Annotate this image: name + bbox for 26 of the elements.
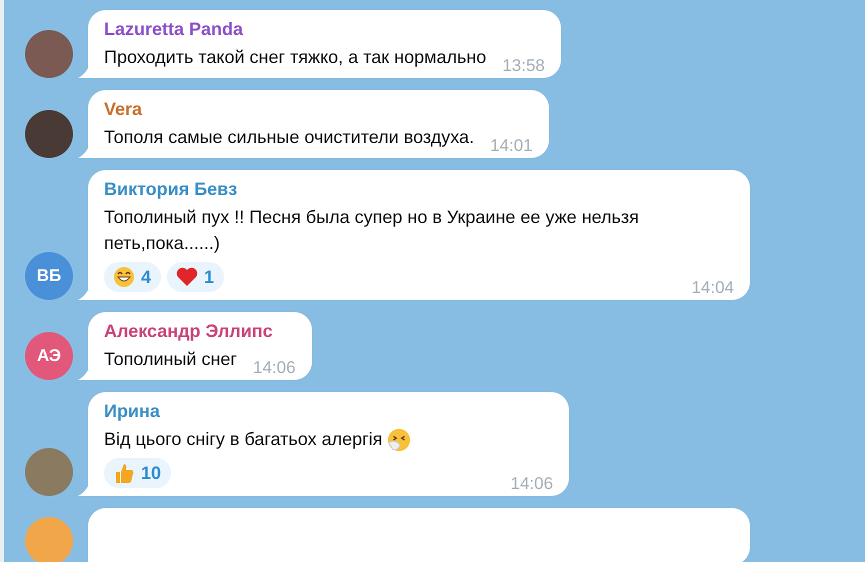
reaction-button[interactable]: 10: [104, 458, 172, 488]
message-text: Тополиный снег: [104, 348, 237, 371]
message-text: Від цього снігу в багатьох алергія: [104, 426, 554, 452]
heart-icon: [176, 267, 198, 287]
author-name[interactable]: Vera: [104, 99, 533, 120]
avatar-photo-placeholder[interactable]: [25, 30, 73, 78]
message-text: Тополиный пух !! Песня была супер но в Украине ее уже нельзя петь,пока......): [104, 206, 640, 255]
grinning-face-icon: [113, 266, 135, 288]
reaction-button[interactable]: 4: [104, 262, 162, 292]
message-time: 14:04: [691, 278, 734, 298]
message-time: 14:06: [252, 358, 296, 378]
message-time: 14:06: [510, 474, 554, 494]
author-name[interactable]: Ирина: [104, 401, 554, 422]
thumbs-up-icon: [113, 462, 135, 484]
message-text: Тополя самые сильные очистители воздуха.: [104, 126, 474, 149]
message-time: 14:01: [490, 136, 533, 156]
sneezing-face-icon: [387, 428, 412, 452]
author-name[interactable]: Виктория Бевз: [104, 179, 734, 200]
avatar-photo-placeholder[interactable]: [25, 110, 73, 158]
avatar[interactable]: ВБ: [25, 252, 73, 300]
avatar[interactable]: АЭ: [25, 332, 73, 380]
reaction-button[interactable]: 1: [167, 262, 224, 292]
message-text: Проходить такой снег тяжко, а так нормально: [104, 46, 486, 69]
author-name[interactable]: Александр Эллипс: [104, 321, 296, 342]
author-name[interactable]: Lazuretta Panda: [104, 19, 545, 40]
message-time: 13:58: [502, 56, 545, 76]
